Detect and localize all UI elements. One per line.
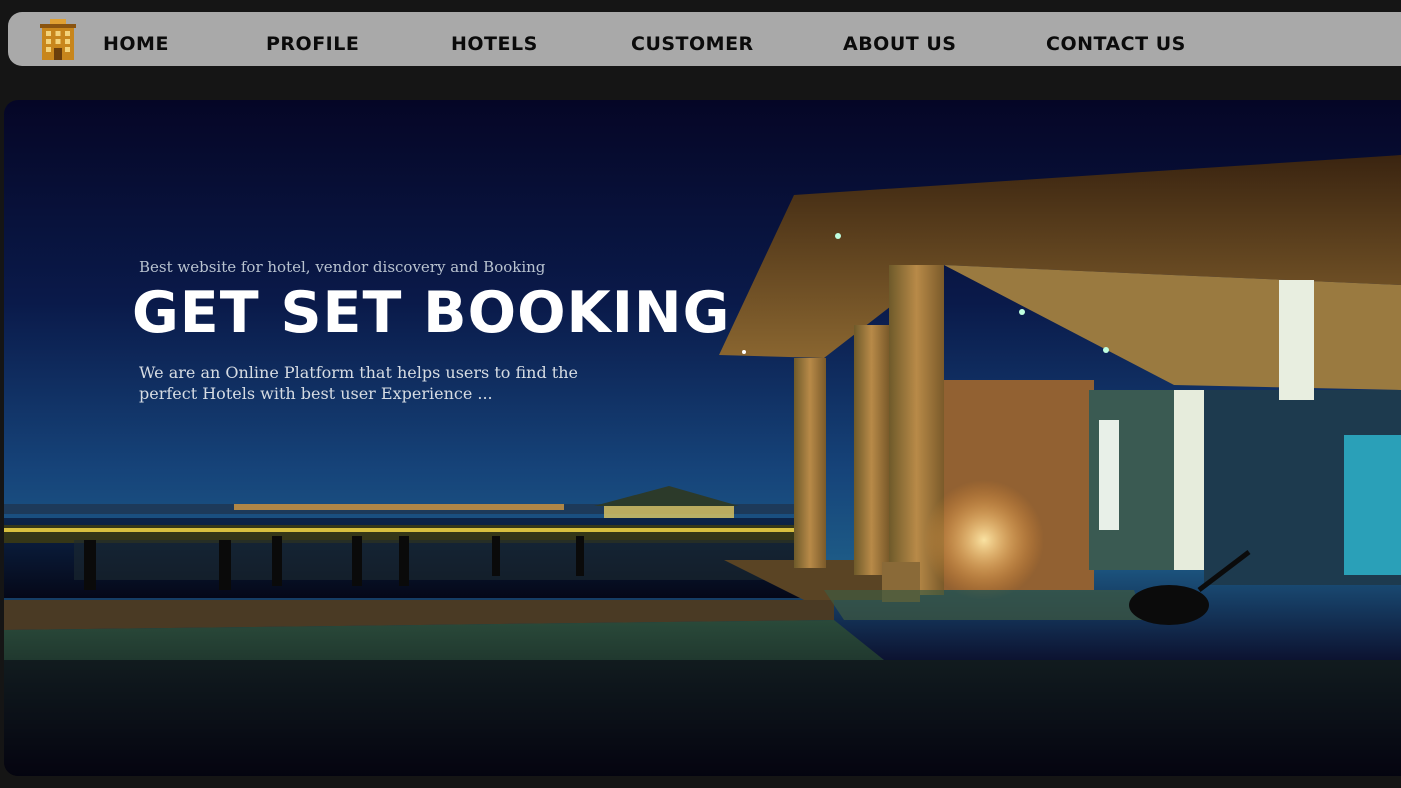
hero-headline: GET SET BOOKING [132,280,731,346]
navbar: HOME PROFILE HOTELS CUSTOMER ABOUT US CO… [8,12,1401,66]
hero-background-image [4,155,1401,776]
nav-home[interactable]: HOME [103,12,169,66]
hero-banner: Best website for hotel, vendor discovery… [4,100,1401,776]
hero-description: We are an Online Platform that helps use… [139,363,578,403]
nav-profile[interactable]: PROFILE [266,12,359,66]
nav-customer[interactable]: CUSTOMER [631,12,754,66]
nav-contact-us[interactable]: CONTACT US [1046,12,1186,66]
nav-about-us[interactable]: ABOUT US [843,12,956,66]
hero-tagline: Best website for hotel, vendor discovery… [139,258,546,276]
nav-hotels[interactable]: HOTELS [451,12,538,66]
hotel-building-icon[interactable] [36,18,80,62]
